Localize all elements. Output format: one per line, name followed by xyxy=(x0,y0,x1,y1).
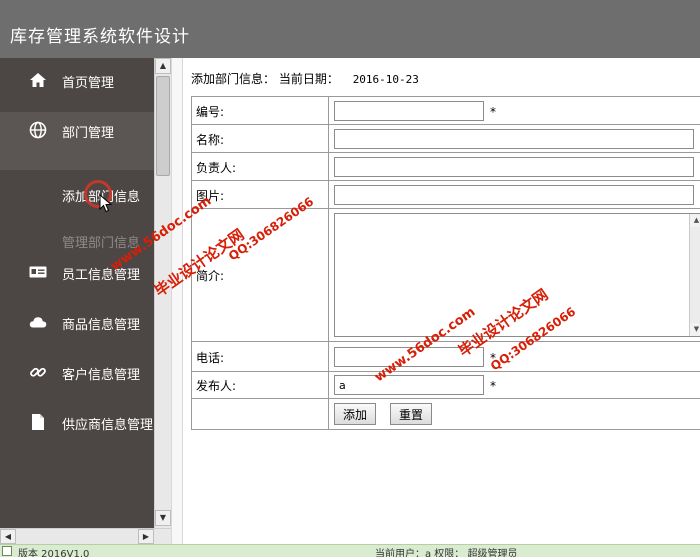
sidebar-item-label: 客户信息管理 xyxy=(62,368,141,383)
date-label: 当前日期： xyxy=(278,72,339,86)
page-info-line: 添加部门信息： 当前日期： 2016-10-23 xyxy=(191,70,419,87)
image-label: 图片: xyxy=(196,189,225,203)
publisher-input[interactable] xyxy=(334,375,484,395)
app-header: 库存管理系统软件设计 xyxy=(0,0,700,58)
form-label-cell: 负责人: xyxy=(192,153,329,180)
sidebar-item-supplier[interactable]: 供应商信息管理 xyxy=(0,404,154,444)
intro-textarea[interactable]: ▲ ▼ xyxy=(334,213,700,337)
home-icon xyxy=(30,73,46,87)
required-mark: * xyxy=(490,379,496,393)
scroll-up-arrow-icon[interactable]: ▲ xyxy=(690,214,700,227)
code-label: 编号: xyxy=(196,105,225,119)
name-label: 名称: xyxy=(196,133,225,147)
app-title: 库存管理系统软件设计 xyxy=(10,27,190,47)
content-frame: 添加部门信息： 当前日期： 2016-10-23 编号: * 名称: 负责人: … xyxy=(183,58,700,544)
manager-label: 负责人: xyxy=(196,161,237,175)
sidebar-item-employee[interactable]: 员工信息管理 xyxy=(0,254,154,294)
form-row-intro: 简介: ▲ ▼ xyxy=(192,209,700,342)
sidebar-subitem-manage-department[interactable]: 管理部门信息 xyxy=(0,224,154,258)
form-row-name: 名称: xyxy=(192,125,700,153)
manager-input[interactable] xyxy=(334,157,694,177)
scroll-down-arrow-icon[interactable]: ▼ xyxy=(155,510,171,526)
form-row-manager: 负责人: xyxy=(192,153,700,181)
globe-icon xyxy=(29,121,47,139)
page-title: 添加部门信息： xyxy=(191,72,276,86)
form-row-publisher: 发布人: * xyxy=(192,372,700,399)
version-text: 版本 2016V1.0 xyxy=(18,549,90,557)
form-row-actions: 添加 重置 xyxy=(192,399,700,430)
required-mark: * xyxy=(490,105,496,119)
date-value: 2016-10-23 xyxy=(352,73,419,86)
required-mark: * xyxy=(490,351,496,365)
sidebar-item-label: 首页管理 xyxy=(62,76,115,91)
image-input[interactable] xyxy=(334,185,694,205)
sidebar-subitem-add-department[interactable]: 添加部门信息 xyxy=(0,178,154,212)
file-icon xyxy=(32,414,44,430)
sidebar-item-goods[interactable]: 商品信息管理 xyxy=(0,304,154,344)
sidebar-item-label: 部门管理 xyxy=(62,126,115,141)
app-window: 库存管理系统软件设计 首页管理 部门管理 添加部门信息 管理部门信息 xyxy=(0,0,700,557)
scroll-right-arrow-icon[interactable]: ▶ xyxy=(138,529,154,544)
sidebar-item-home[interactable]: 首页管理 xyxy=(0,62,154,102)
form-label-cell xyxy=(192,399,329,430)
phone-input[interactable] xyxy=(334,347,484,367)
scroll-up-arrow-icon[interactable]: ▲ xyxy=(155,58,171,74)
textarea-scrollbar[interactable]: ▲ ▼ xyxy=(689,214,700,336)
reset-button[interactable]: 重置 xyxy=(390,403,433,425)
code-input[interactable] xyxy=(334,101,484,121)
frame-splitter[interactable] xyxy=(171,58,183,544)
form-row-phone: 电话: * xyxy=(192,342,700,372)
name-input[interactable] xyxy=(334,129,694,149)
cloud-icon xyxy=(29,317,47,328)
form-label-cell: 简介: xyxy=(192,209,329,341)
form-label-cell: 图片: xyxy=(192,181,329,208)
scroll-left-arrow-icon[interactable]: ◀ xyxy=(0,529,16,544)
form-label-cell: 发布人: xyxy=(192,372,329,398)
sidebar-horizontal-scrollbar[interactable]: ◀ ▶ xyxy=(0,528,171,544)
mouse-pointer-icon xyxy=(99,194,113,213)
scroll-down-arrow-icon[interactable]: ▼ xyxy=(690,323,700,336)
intro-label: 简介: xyxy=(196,269,225,283)
sidebar-item-label: 商品信息管理 xyxy=(62,318,141,333)
id-card-icon xyxy=(29,266,47,278)
page-icon xyxy=(2,546,12,556)
sidebar-item-department[interactable]: 部门管理 xyxy=(0,112,154,170)
sidebar-item-label: 员工信息管理 xyxy=(62,268,141,283)
form-row-image: 图片: xyxy=(192,181,700,209)
add-button[interactable]: 添加 xyxy=(334,403,377,425)
sidebar-item-customer[interactable]: 客户信息管理 xyxy=(0,354,154,394)
phone-label: 电话: xyxy=(196,351,225,365)
current-user-text: 当前用户：a 权限： 超级管理员 xyxy=(375,549,518,557)
form-label-cell: 名称: xyxy=(192,125,329,152)
publisher-label: 发布人: xyxy=(196,379,237,393)
form-label-cell: 编号: xyxy=(192,97,329,124)
sidebar-item-label: 供应商信息管理 xyxy=(62,418,154,433)
form-row-code: 编号: * xyxy=(192,97,700,125)
department-form: 编号: * 名称: 负责人: 图片: 简介: ▲ ▼ 电话: * 发布人: a … xyxy=(191,96,700,430)
scrollbar-thumb[interactable] xyxy=(156,76,170,176)
sidebar-vertical-scrollbar[interactable]: ▲ ▼ xyxy=(154,58,171,528)
link-icon xyxy=(30,367,46,377)
sidebar-subitem-label: 管理部门信息 xyxy=(62,236,141,251)
status-bar: 版本 2016V1.0 当前用户：a 权限： 超级管理员 xyxy=(0,544,700,557)
form-label-cell: 电话: xyxy=(192,342,329,371)
sidebar: 首页管理 部门管理 添加部门信息 管理部门信息 xyxy=(0,58,154,528)
